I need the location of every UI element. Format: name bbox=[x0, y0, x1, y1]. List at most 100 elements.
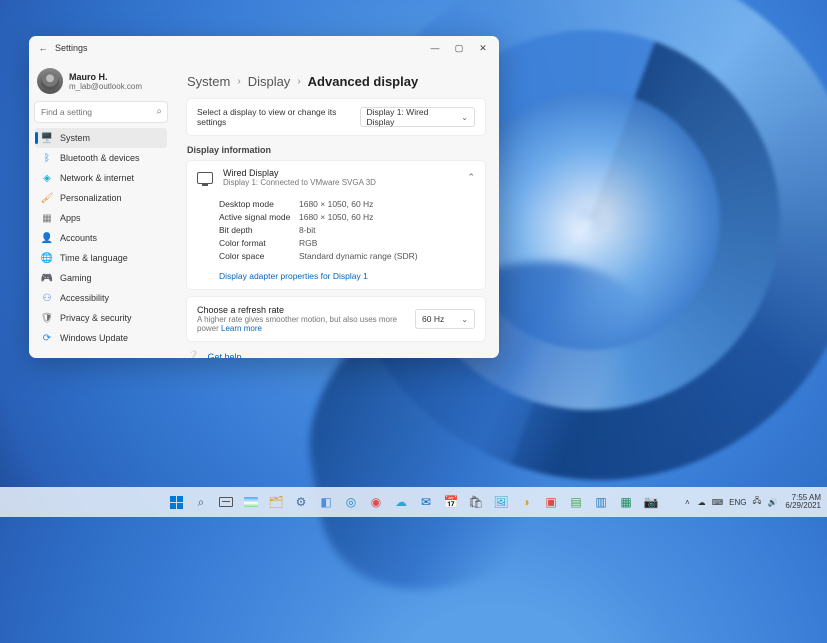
system-tray[interactable]: ˄ ☁ ⌨ ENG 🖧 🔊 7:55 AM 6/29/2021 bbox=[685, 494, 821, 511]
nav-icon: ▦ bbox=[41, 213, 53, 224]
info-key: Bit depth bbox=[219, 225, 299, 235]
sidebar-item-apps[interactable]: ▦Apps bbox=[35, 208, 167, 228]
clock-date: 6/29/2021 bbox=[785, 502, 821, 510]
sidebar-item-bluetooth-devices[interactable]: ᛒBluetooth & devices bbox=[35, 148, 167, 168]
nav-icon: 🌐 bbox=[41, 253, 53, 264]
minimize-button[interactable]: ― bbox=[423, 36, 447, 60]
nav-icon: ◈ bbox=[41, 173, 53, 184]
tray-chevron-icon[interactable]: ˄ bbox=[685, 498, 690, 507]
nav-label: Personalization bbox=[60, 193, 122, 203]
display-info-header[interactable]: Wired Display Display 1: Connected to VM… bbox=[187, 161, 485, 194]
app-icon[interactable]: ▤ bbox=[566, 492, 586, 512]
app-icon[interactable]: ◧ bbox=[316, 492, 336, 512]
nav-label: Bluetooth & devices bbox=[60, 153, 140, 163]
app-icon[interactable]: ◑ bbox=[516, 492, 536, 512]
app-icon[interactable]: ▥ bbox=[591, 492, 611, 512]
edge-icon[interactable]: ◎ bbox=[341, 492, 361, 512]
breadcrumb: System › Display › Advanced display bbox=[187, 64, 485, 99]
info-key: Color space bbox=[219, 251, 299, 261]
sidebar-item-time-language[interactable]: 🌐Time & language bbox=[35, 248, 167, 268]
store-icon[interactable]: 🛍 bbox=[466, 492, 486, 512]
section-title: Display information bbox=[187, 145, 485, 155]
sidebar-item-gaming[interactable]: 🎮 Gaming bbox=[35, 268, 167, 288]
display-connection: Display 1: Connected to VMware SVGA 3D bbox=[223, 178, 376, 187]
camera-icon[interactable]: 📷 bbox=[641, 492, 661, 512]
maximize-button[interactable]: ▢ bbox=[447, 36, 471, 60]
info-key: Color format bbox=[219, 238, 299, 248]
sidebar-item-accounts[interactable]: 👤Accounts bbox=[35, 228, 167, 248]
info-value: Standard dynamic range (SDR) bbox=[299, 251, 418, 261]
info-row: Color spaceStandard dynamic range (SDR) bbox=[219, 249, 475, 262]
nav-label: Network & internet bbox=[60, 173, 134, 183]
taskbar: ⌕ 🗂 ⚙ ◧ ◎ ◉ ☁ ✉ 📅 🛍 🖼 ◑ ▣ ▤ ▥ ▦ 📷 ˄ ☁ ⌨ … bbox=[0, 487, 827, 517]
adapter-properties-link[interactable]: Display adapter properties for Display 1 bbox=[187, 268, 485, 289]
breadcrumb-current: Advanced display bbox=[308, 74, 419, 89]
info-key: Active signal mode bbox=[219, 212, 299, 222]
profile-block[interactable]: Mauro H. m_lab@outlook.com bbox=[35, 64, 167, 100]
sidebar-item-windows-update[interactable]: ⟳Windows Update bbox=[35, 328, 167, 348]
collapse-icon: ⌃ bbox=[467, 172, 475, 183]
sidebar-item-accessibility[interactable]: ⚇Accessibility bbox=[35, 288, 167, 308]
sidebar-item-personalization[interactable]: 🖌 Personalization bbox=[35, 188, 167, 208]
nav-icon: 👤 bbox=[41, 233, 53, 244]
search-icon[interactable]: ⌕ bbox=[191, 492, 211, 512]
close-button[interactable]: ✕ bbox=[471, 36, 495, 60]
search-input[interactable] bbox=[35, 102, 167, 122]
info-value: RGB bbox=[299, 238, 317, 248]
network-icon[interactable]: 🖧 bbox=[753, 495, 762, 509]
chevron-down-icon: ⌄ bbox=[461, 113, 468, 122]
monitor-icon bbox=[197, 172, 213, 184]
titlebar: ← Settings ― ▢ ✕ bbox=[29, 36, 499, 60]
info-row: Color formatRGB bbox=[219, 236, 475, 249]
nav-label: System bbox=[60, 133, 90, 143]
refresh-rate-card: Choose a refresh rate A higher rate give… bbox=[187, 297, 485, 341]
info-key: Desktop mode bbox=[219, 199, 299, 209]
task-view-icon[interactable] bbox=[216, 492, 236, 512]
sidebar-item-network-internet[interactable]: ◈ Network & internet bbox=[35, 168, 167, 188]
breadcrumb-system[interactable]: System bbox=[187, 74, 230, 89]
breadcrumb-display[interactable]: Display bbox=[248, 74, 291, 89]
help-icon: ❔ bbox=[187, 351, 199, 358]
app-icon[interactable]: ✉ bbox=[416, 492, 436, 512]
file-explorer-icon[interactable]: 🗂 bbox=[266, 492, 286, 512]
app-icon[interactable]: ◉ bbox=[366, 492, 386, 512]
profile-email: m_lab@outlook.com bbox=[69, 82, 142, 91]
refresh-subtitle: A higher rate gives smoother motion, but… bbox=[197, 315, 415, 333]
nav-icon: 🎮 bbox=[41, 273, 53, 284]
learn-more-link[interactable]: Learn more bbox=[221, 324, 262, 333]
display-selector-dropdown[interactable]: Display 1: Wired Display ⌄ bbox=[360, 107, 476, 127]
photos-icon[interactable]: 🖼 bbox=[491, 492, 511, 512]
app-icon[interactable]: ☁ bbox=[391, 492, 411, 512]
refresh-title: Choose a refresh rate bbox=[197, 305, 415, 315]
back-button[interactable]: ← bbox=[33, 43, 53, 53]
chevron-down-icon: ⌄ bbox=[461, 315, 468, 324]
display-info-grid: Desktop mode1680 × 1050, 60 HzActive sig… bbox=[187, 194, 485, 268]
sidebar-item-privacy-security[interactable]: 🛡Privacy & security bbox=[35, 308, 167, 328]
sidebar-item-system[interactable]: 🖥️System bbox=[35, 128, 167, 148]
app-icon[interactable]: ▣ bbox=[541, 492, 561, 512]
display-selector-label: Select a display to view or change its s… bbox=[197, 107, 360, 127]
nav-icon: 🖌 bbox=[41, 193, 53, 204]
settings-window: ← Settings ― ▢ ✕ Mauro H. m_lab@outlook.… bbox=[29, 36, 499, 358]
search-box[interactable]: ⌕ bbox=[35, 102, 167, 122]
sidebar: Mauro H. m_lab@outlook.com ⌕ 🖥️SystemᛒBl… bbox=[29, 60, 173, 358]
app-icon[interactable]: ▦ bbox=[616, 492, 636, 512]
display-selector-row: Select a display to view or change its s… bbox=[187, 99, 485, 135]
app-icon[interactable]: 📅 bbox=[441, 492, 461, 512]
info-value: 1680 × 1050, 60 Hz bbox=[299, 199, 373, 209]
refresh-rate-dropdown[interactable]: 60 Hz ⌄ bbox=[415, 309, 475, 329]
start-button[interactable] bbox=[166, 492, 186, 512]
keyboard-icon[interactable]: ⌨ bbox=[712, 498, 724, 507]
widgets-icon[interactable] bbox=[241, 492, 261, 512]
language-indicator[interactable]: ENG bbox=[729, 498, 746, 507]
onedrive-icon[interactable]: ☁ bbox=[698, 498, 706, 507]
nav-label: Gaming bbox=[60, 273, 92, 283]
taskbar-center: ⌕ 🗂 ⚙ ◧ ◎ ◉ ☁ ✉ 📅 🛍 🖼 ◑ ▣ ▤ ▥ ▦ 📷 bbox=[166, 492, 661, 512]
settings-icon[interactable]: ⚙ bbox=[291, 492, 311, 512]
volume-icon[interactable]: 🔊 bbox=[767, 498, 777, 507]
info-value: 1680 × 1050, 60 Hz bbox=[299, 212, 373, 222]
info-row: Bit depth8-bit bbox=[219, 223, 475, 236]
clock[interactable]: 7:55 AM 6/29/2021 bbox=[785, 494, 821, 511]
get-help-link[interactable]: ❔ Get help bbox=[187, 351, 485, 358]
chevron-icon: › bbox=[237, 76, 240, 87]
